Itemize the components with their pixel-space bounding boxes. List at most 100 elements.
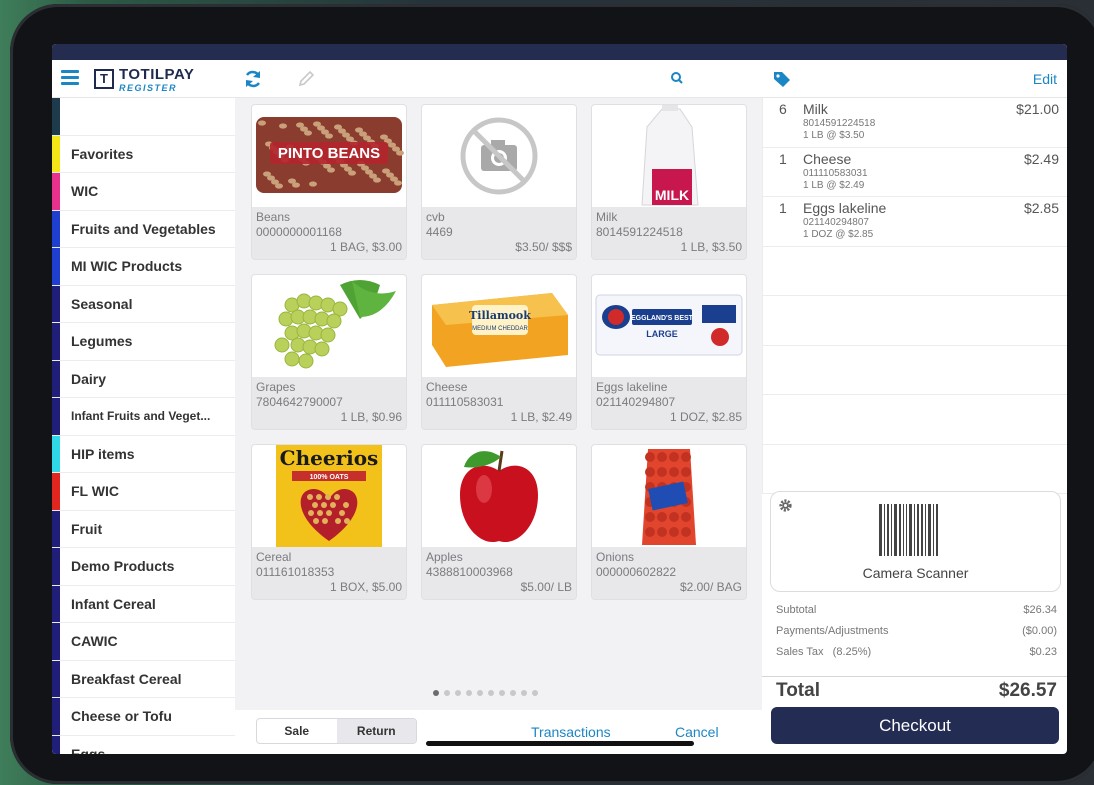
sidebar-category[interactable]: Fruits and Vegetables	[52, 210, 235, 248]
sidebar-category[interactable]: Eggs	[52, 735, 235, 754]
barcode-bar	[903, 504, 904, 556]
sidebar-category[interactable]: Dairy	[52, 360, 235, 398]
product-price: 1 BAG, $3.00	[329, 240, 402, 254]
empty-cart-row	[763, 296, 1067, 346]
totals-panel: Subtotal $26.34 Payments/Adjustments ($0.0…	[762, 600, 1067, 663]
category-color-stripe	[52, 623, 60, 660]
product-card[interactable]: Onions 000000602822 $2.00/ BAG	[592, 445, 746, 599]
category-color-stripe	[52, 285, 60, 322]
product-card[interactable]: cvb 4469 $3.50/ $$$	[422, 105, 576, 259]
product-card[interactable]: Apples 4388810003968 $5.00/ LB	[422, 445, 576, 599]
sidebar-category[interactable]: Breakfast Cereal	[52, 660, 235, 698]
page-dot[interactable]	[455, 690, 461, 696]
sidebar-category[interactable]: Favorites	[52, 135, 235, 173]
hamburger-menu-icon[interactable]	[61, 70, 79, 86]
cart-item-amount: $21.00	[1016, 101, 1059, 117]
sidebar-category[interactable]: WIC	[52, 173, 235, 211]
sidebar-category-label: CAWIC	[71, 633, 118, 650]
sidebar-category[interactable]: Seasonal	[52, 285, 235, 323]
page-dot[interactable]	[532, 690, 538, 696]
svg-text:MEDIUM CHEDDAR: MEDIUM CHEDDAR	[472, 326, 528, 332]
product-price: 1 LB, $3.50	[680, 240, 742, 254]
cheese-block-image: Tillamook MEDIUM CHEDDAR	[422, 275, 576, 377]
sidebar-category[interactable]: Cheese or Tofu	[52, 698, 235, 736]
return-tab[interactable]: Return	[336, 719, 416, 743]
barcode-bar	[894, 504, 897, 556]
cancel-link[interactable]: Cancel	[675, 724, 719, 740]
edit-link[interactable]: Edit	[1033, 71, 1057, 87]
product-price: 1 LB, $2.49	[510, 410, 572, 424]
gear-icon[interactable]	[778, 498, 793, 513]
search-icon[interactable]	[669, 70, 685, 86]
sale-tab[interactable]: Sale	[257, 719, 337, 743]
camera-scanner-button[interactable]: Camera Scanner	[770, 491, 1061, 592]
barcode-bar	[925, 504, 926, 556]
subtotal-label: Subtotal	[776, 604, 817, 616]
pinto-beans-image: PINTO BEANS	[252, 105, 406, 207]
category-color-stripe	[52, 735, 60, 754]
page-dot[interactable]	[499, 690, 505, 696]
product-card[interactable]: Tillamook MEDIUM CHEDDAR Cheese 0111105830…	[422, 275, 576, 429]
barcode-bar	[928, 504, 931, 556]
barcode-bar	[909, 504, 912, 556]
refresh-icon[interactable]	[243, 69, 263, 89]
product-price: $5.00/ LB	[520, 580, 572, 594]
sidebar-category[interactable]: Infant Cereal	[52, 585, 235, 623]
sidebar-category-label: Legumes	[71, 333, 133, 350]
checkout-button[interactable]: Checkout	[771, 707, 1059, 744]
page-dot[interactable]	[466, 690, 472, 696]
sidebar-category[interactable]: CAWIC	[52, 623, 235, 661]
logo-mark: T	[94, 69, 114, 89]
page-dot[interactable]	[477, 690, 483, 696]
logo-subtitle: REGISTER	[119, 82, 178, 93]
page-dot[interactable]	[444, 690, 450, 696]
sidebar-category[interactable]: Demo Products	[52, 548, 235, 586]
page-dot[interactable]	[510, 690, 516, 696]
product-card[interactable]: EGGLAND'S BEST LARGE Eggs lakeline 021140…	[592, 275, 746, 429]
home-indicator	[426, 741, 694, 746]
category-color-stripe	[52, 698, 60, 735]
sidebar-category[interactable]: Legumes	[52, 323, 235, 361]
category-color-stripe	[52, 173, 60, 210]
page-indicator[interactable]	[433, 690, 538, 696]
sidebar-category[interactable]: Infant Fruits and Veget...	[52, 398, 235, 436]
product-name: cvb	[426, 210, 445, 224]
category-color-stripe	[52, 585, 60, 622]
category-color-stripe	[52, 98, 60, 135]
product-card[interactable]: Grapes 7804642790007 1 LB, $0.96	[252, 275, 406, 429]
page-dot[interactable]	[433, 690, 439, 696]
sidebar-category[interactable]: HIP items	[52, 435, 235, 473]
page-dot[interactable]	[488, 690, 494, 696]
apple-image	[422, 445, 576, 547]
sidebar-category[interactable]	[52, 98, 235, 136]
product-name: Grapes	[256, 380, 296, 394]
egg-carton-image: EGGLAND'S BEST LARGE	[592, 275, 746, 377]
barcode-bar	[899, 504, 901, 556]
cart-list: 6 Milk $21.00 8014591224518 1 LB @ $3.50 1 Che…	[762, 98, 1067, 494]
cart-item-sku: 8014591224518 1 LB @ $3.50	[803, 118, 876, 141]
sidebar-category-label: Infant Fruits and Veget...	[71, 409, 211, 424]
sidebar-category-label: Cheese or Tofu	[71, 708, 172, 725]
product-card[interactable]: PINTO BEANS Beans 0000000001168 1 BAG, $3.0…	[252, 105, 406, 259]
pencil-icon[interactable]	[296, 69, 316, 89]
sidebar-category[interactable]: FL WIC	[52, 473, 235, 511]
product-grid: PINTO BEANS Beans 0000000001168 1 BAG, $3.0…	[235, 98, 762, 710]
sidebar-category-label: Fruits and Vegetables	[71, 220, 216, 237]
app-screen: T TOTILPAY REGISTER Edit Favorites WIC Fru…	[52, 44, 1067, 754]
sale-return-toggle[interactable]: Sale Return	[256, 718, 417, 744]
camera-scanner-label: Camera Scanner	[862, 565, 969, 581]
cart-item[interactable]: 1 Eggs lakeline $2.85 021140294807 1 DOZ @ $…	[763, 197, 1067, 247]
sidebar-category[interactable]: MI WIC Products	[52, 248, 235, 286]
sidebar-category[interactable]: Fruit	[52, 510, 235, 548]
transactions-link[interactable]: Transactions	[531, 724, 611, 740]
cart-item[interactable]: 1 Cheese $2.49 011110583031 1 LB @ $2.49	[763, 148, 1067, 197]
page-dot[interactable]	[521, 690, 527, 696]
sales-tax-label: Sales Tax (8.25%)	[776, 646, 872, 658]
product-card[interactable]: MILK Milk 8014591224518 1 LB, $3.50	[592, 105, 746, 259]
cart-item-name: Cheese	[803, 150, 852, 167]
payments-value: ($0.00)	[1022, 625, 1057, 637]
category-color-stripe	[52, 510, 60, 547]
tag-icon[interactable]	[772, 69, 792, 89]
product-card[interactable]: Cheerios 100% OATS Cereal 011161018353 1 B…	[252, 445, 406, 599]
cart-item[interactable]: 6 Milk $21.00 8014591224518 1 LB @ $3.50	[763, 98, 1067, 148]
